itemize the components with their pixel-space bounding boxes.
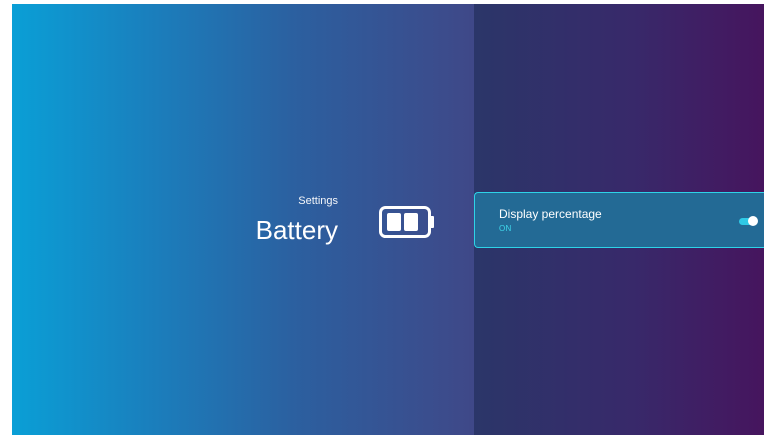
display-percentage-row[interactable]: Display percentage ON xyxy=(474,192,764,248)
battery-icon xyxy=(379,206,434,238)
setting-label: Display percentage xyxy=(499,207,602,221)
heading-block: Settings Battery xyxy=(256,194,338,246)
header-panel: Settings Battery xyxy=(12,4,474,435)
toggle-thumb xyxy=(748,216,758,226)
breadcrumb: Settings xyxy=(298,195,338,207)
display-percentage-toggle[interactable] xyxy=(739,216,758,226)
settings-screen: Settings Battery Display percentage ON xyxy=(12,4,764,435)
page-title: Battery xyxy=(255,215,338,245)
setting-value: ON xyxy=(499,224,512,233)
